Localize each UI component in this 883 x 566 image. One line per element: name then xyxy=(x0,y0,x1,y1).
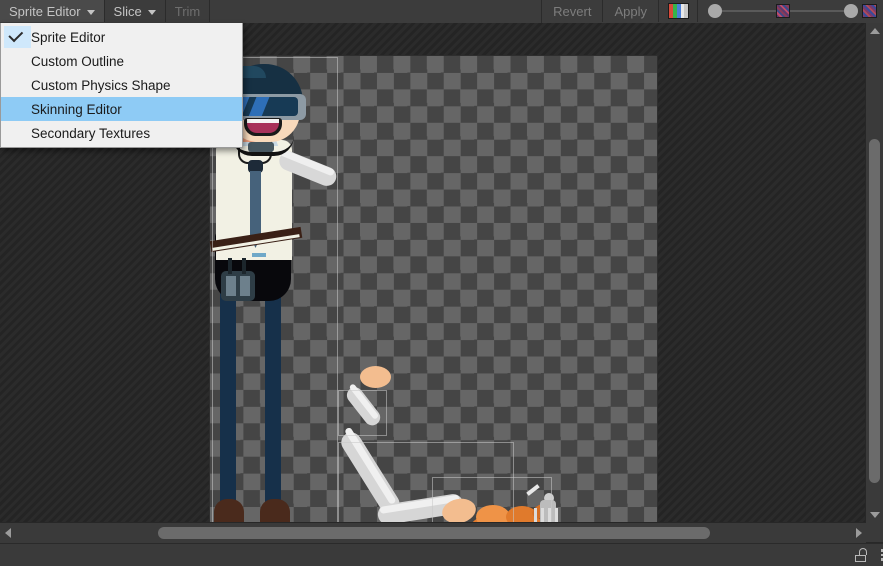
menu-item-label: Skinning Editor xyxy=(31,102,122,117)
padlock-body xyxy=(855,555,866,562)
vertical-scrollbar-thumb[interactable] xyxy=(869,139,880,483)
arm-piece-upper-hand xyxy=(360,366,391,388)
toolbar-spacer xyxy=(210,0,542,23)
visor-glint-b xyxy=(247,97,271,116)
chevron-down-icon xyxy=(148,10,156,15)
turkey-utensil-tine-d xyxy=(555,508,558,522)
menu-item-custom-outline[interactable]: Custom Outline xyxy=(1,49,242,73)
menu-item-secondary-textures[interactable]: Secondary Textures xyxy=(1,121,242,145)
revert-label: Revert xyxy=(553,4,591,19)
horizontal-scrollbar[interactable] xyxy=(0,522,866,543)
character-chin-pad xyxy=(248,142,274,152)
alpha-slider[interactable] xyxy=(708,0,776,22)
unlocked-padlock-icon[interactable] xyxy=(855,548,868,562)
scroll-up-button[interactable] xyxy=(866,23,883,38)
rgb-channels-button[interactable] xyxy=(659,0,698,22)
character-pouch-strap-a xyxy=(228,258,232,274)
sprite-editor-mode-menu[interactable]: Sprite Editor Custom Outline Custom Physic… xyxy=(0,23,243,148)
scroll-left-button[interactable] xyxy=(0,523,15,543)
menu-item-sprite-editor[interactable]: Sprite Editor xyxy=(1,25,242,49)
menu-item-label: Custom Outline xyxy=(31,54,124,69)
toolbar-right-group: Revert Apply xyxy=(542,0,883,23)
alpha-slider-track[interactable] xyxy=(722,10,776,12)
turkey-utensil-tine-a xyxy=(534,508,537,522)
scroll-right-button[interactable] xyxy=(851,523,866,543)
apply-button[interactable]: Apply xyxy=(603,0,659,22)
trim-label: Trim xyxy=(175,4,201,19)
apply-label: Apply xyxy=(614,4,647,19)
sprite-editor-mode-dropdown[interactable]: Sprite Editor xyxy=(0,0,105,22)
character-pouch-slot-a xyxy=(226,276,236,296)
slice-label: Slice xyxy=(114,4,142,19)
turkey-breast-left xyxy=(476,505,510,522)
chevron-down-icon xyxy=(87,10,95,15)
sprite-editor-toolbar: Sprite Editor Slice Trim Revert Apply xyxy=(0,0,883,24)
pixelation-slider-min-icon xyxy=(776,4,790,18)
menu-item-skinning-editor[interactable]: Skinning Editor xyxy=(1,97,242,121)
character-pouch-slot-b xyxy=(240,276,250,296)
scroll-down-button[interactable] xyxy=(866,507,883,522)
menu-item-label: Sprite Editor xyxy=(31,30,105,45)
character-shoe-left xyxy=(214,499,244,522)
triangle-up-icon xyxy=(870,28,880,34)
sprite-artwork xyxy=(210,56,657,522)
toolbar-sliders xyxy=(698,0,883,22)
sprite-sheet-canvas[interactable] xyxy=(210,56,657,522)
revert-button[interactable]: Revert xyxy=(542,0,603,22)
trim-button[interactable]: Trim xyxy=(166,0,211,22)
vertical-scrollbar[interactable] xyxy=(865,23,883,522)
triangle-down-icon xyxy=(870,512,880,518)
pixelation-slider-max-icon xyxy=(862,4,877,18)
menu-item-custom-physics-shape[interactable]: Custom Physics Shape xyxy=(1,73,242,97)
character-leg-left xyxy=(220,271,236,516)
menu-item-label: Secondary Textures xyxy=(31,126,150,141)
scrollbar-corner xyxy=(866,522,883,542)
triangle-left-icon xyxy=(5,528,11,538)
sprite-editor-window: Sprite Editor Slice Trim Revert Apply xyxy=(0,0,883,565)
menu-item-label: Custom Physics Shape xyxy=(31,78,171,93)
slice-dropdown[interactable]: Slice xyxy=(105,0,166,22)
sprite-editor-mode-label: Sprite Editor xyxy=(9,4,81,19)
character-belt-buckle xyxy=(252,253,266,257)
turkey-utensil-tine-b xyxy=(541,508,544,522)
horizontal-scrollbar-thumb[interactable] xyxy=(158,527,710,539)
alpha-slider-handle[interactable] xyxy=(708,4,722,18)
turkey-utensil-flag xyxy=(526,484,539,496)
character-leg-right xyxy=(265,271,281,516)
character-tie xyxy=(250,171,261,239)
rgb-channels-icon xyxy=(668,3,689,19)
status-bar xyxy=(0,543,883,566)
character-shoe-right xyxy=(260,499,290,522)
pixelation-slider-track[interactable] xyxy=(790,10,844,12)
pixelation-slider[interactable] xyxy=(776,0,877,22)
character-teeth xyxy=(247,119,279,123)
padlock-shackle xyxy=(859,548,867,555)
turkey-utensil-tine-c xyxy=(548,508,551,522)
character-pouch-strap-b xyxy=(242,258,246,274)
pixelation-slider-handle[interactable] xyxy=(844,4,858,18)
triangle-right-icon xyxy=(856,528,862,538)
